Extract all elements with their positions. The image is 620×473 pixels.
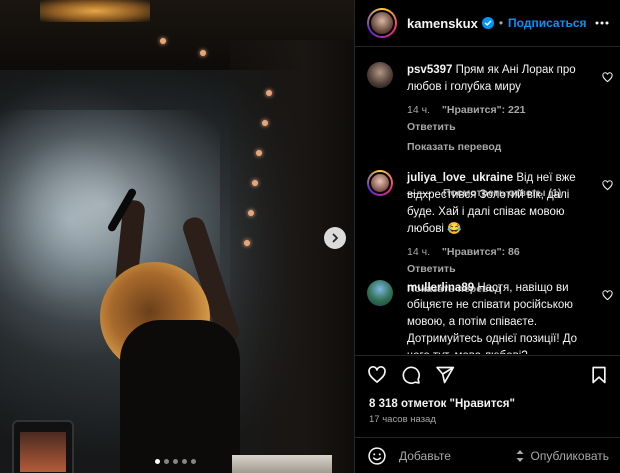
add-comment-bar: Добавьте Опубликовать xyxy=(355,437,620,473)
comment-item: mullerlina89 Настя, навіщо ви обіцяєте н… xyxy=(367,280,613,354)
stage-light xyxy=(266,90,272,96)
post-timestamp[interactable]: 17 часов назад xyxy=(369,414,436,425)
stage-light xyxy=(248,210,254,216)
stage-light xyxy=(262,120,268,126)
stage-floor-light xyxy=(232,455,332,473)
publish-comment-button[interactable]: Опубликовать xyxy=(531,449,609,463)
comment-time: 14 ч. xyxy=(407,246,430,258)
post-side-panel: kamenskux • Подписаться psv5397 Прям як … xyxy=(354,0,620,473)
comment-body: juliya_love_ukraine Від неї вже відхрест… xyxy=(407,170,583,298)
header-separator: • xyxy=(498,16,504,30)
carousel-dot xyxy=(191,459,196,464)
reply-button[interactable]: Ответить xyxy=(407,263,456,275)
commenter-avatar[interactable] xyxy=(367,170,393,196)
comment-body: mullerlina89 Настя, навіщо ви обіцяєте н… xyxy=(407,280,583,354)
carousel-next-button[interactable] xyxy=(324,227,346,249)
comment-item: juliya_love_ukraine Від неї вже відхрест… xyxy=(367,170,613,298)
post-header: kamenskux • Подписаться xyxy=(355,0,620,47)
comment-body: psv5397 Прям як Ані Лорак про любов і го… xyxy=(407,62,583,156)
share-paper-plane-icon[interactable] xyxy=(435,365,455,385)
carousel-dot xyxy=(155,459,160,464)
comment-item: psv5397 Прям як Ані Лорак про любов і го… xyxy=(367,62,613,156)
author-username[interactable]: kamenskux xyxy=(407,16,478,31)
stage-light xyxy=(200,50,206,56)
carousel-dot xyxy=(173,459,178,464)
comment-bubble-icon[interactable] xyxy=(401,365,421,385)
commenter-username[interactable]: juliya_love_ukraine xyxy=(407,172,513,184)
reply-button[interactable]: Ответить xyxy=(407,121,456,133)
post-actions-bar xyxy=(355,355,620,393)
commenter-username[interactable]: mullerlina89 xyxy=(407,282,474,294)
comment-meta: 14 ч. "Нравится": 221 Ответить xyxy=(407,102,583,136)
stage-light xyxy=(244,240,250,246)
emoji-icon[interactable] xyxy=(367,446,387,466)
bookmark-save-icon[interactable] xyxy=(589,365,609,385)
verified-badge-icon xyxy=(481,17,494,29)
audience-phone xyxy=(12,420,74,473)
singer-body xyxy=(120,320,240,473)
comment-time: 14 ч. xyxy=(407,104,430,116)
commenter-username[interactable]: psv5397 xyxy=(407,64,452,76)
like-heart-icon[interactable] xyxy=(367,365,387,385)
commenter-avatar[interactable] xyxy=(367,62,393,88)
post-likes-count[interactable]: 8 318 отметок "Нравится" xyxy=(369,398,515,410)
stage-light-glow xyxy=(40,0,150,22)
post-photo[interactable] xyxy=(0,0,354,473)
like-comment-heart-icon[interactable] xyxy=(602,70,613,88)
author-avatar[interactable] xyxy=(367,8,397,38)
commenter-avatar[interactable] xyxy=(367,280,393,306)
sort-arrows-icon xyxy=(515,449,525,463)
stage-light xyxy=(252,180,258,186)
show-translation-link[interactable]: Показать перевод xyxy=(407,139,583,156)
comment-meta: 14 ч. "Нравится": 86 Ответить xyxy=(407,244,583,278)
comment-likes[interactable]: "Нравится": 86 xyxy=(442,246,520,258)
chevron-right-icon xyxy=(332,233,338,243)
carousel-dot xyxy=(182,459,187,464)
stage-light xyxy=(256,150,262,156)
comment-input[interactable]: Добавьте xyxy=(399,449,515,463)
stage-light xyxy=(160,38,166,44)
comments-list: psv5397 Прям як Ані Лорак про любов і го… xyxy=(355,48,620,354)
follow-button[interactable]: Подписаться xyxy=(508,16,586,30)
carousel-indicator xyxy=(155,459,196,464)
comment-likes[interactable]: "Нравится": 221 xyxy=(442,104,526,116)
like-comment-heart-icon[interactable] xyxy=(602,178,613,196)
stage-background xyxy=(230,40,354,473)
more-options-icon[interactable] xyxy=(594,15,610,31)
carousel-dot xyxy=(164,459,169,464)
like-comment-heart-icon[interactable] xyxy=(602,288,613,306)
